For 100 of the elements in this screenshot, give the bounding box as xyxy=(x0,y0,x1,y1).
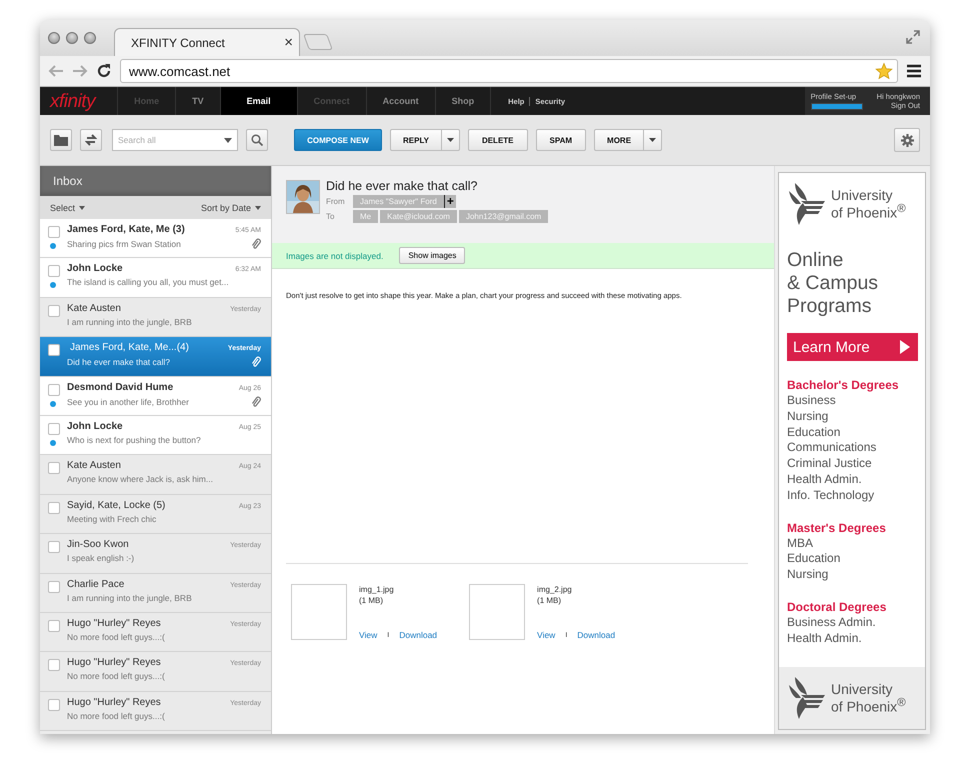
degree-heading: Doctoral Degrees xyxy=(787,598,888,615)
from-label: From xyxy=(326,197,346,206)
brand-name: University xyxy=(831,682,894,696)
sender-name: Kate Austen xyxy=(67,302,121,314)
sender-name: Hugo "Hurley" Reyes xyxy=(67,696,161,708)
to-label: To xyxy=(326,212,336,221)
attachment-size: (1 MB) xyxy=(537,595,562,606)
download-link[interactable]: Download xyxy=(577,630,616,640)
inbox-title: Inbox xyxy=(53,174,82,188)
checkbox[interactable] xyxy=(48,580,60,593)
settings-icon xyxy=(900,134,914,146)
add-contact-button[interactable]: + xyxy=(444,195,456,208)
minimize-window-button[interactable] xyxy=(66,32,78,44)
degree-item: Criminal Justice xyxy=(787,456,873,472)
checkbox[interactable] xyxy=(48,462,60,474)
address-bar[interactable]: www.comcast.net xyxy=(120,59,898,83)
folders-button[interactable] xyxy=(50,129,72,151)
toolbar-button[interactable]: MORE xyxy=(594,129,644,151)
sender-name: Hugo "Hurley" Reyes xyxy=(67,618,161,629)
caret-icon xyxy=(446,138,454,142)
checkbox[interactable] xyxy=(48,698,60,711)
tab-title: XFINITY Connect xyxy=(131,36,225,50)
checkbox[interactable] xyxy=(48,422,60,435)
fullscreen-icon[interactable] xyxy=(906,30,920,44)
menu-icon[interactable] xyxy=(906,64,922,78)
sort-dropdown[interactable]: Sort by Date xyxy=(200,202,261,212)
checkbox[interactable] xyxy=(48,265,60,278)
toolbar-button[interactable]: SPAM xyxy=(536,129,586,151)
attachment-name: img_2.jpg xyxy=(537,584,573,595)
checkbox[interactable] xyxy=(48,659,60,672)
refresh-button[interactable] xyxy=(80,129,102,151)
message-preview: Anyone know where Jack is, ask him... xyxy=(67,474,213,484)
message-preview: Who is next for pushing the button? xyxy=(67,434,201,445)
checkbox[interactable] xyxy=(48,541,60,554)
download-link[interactable]: Download xyxy=(399,630,438,640)
browser-tab[interactable]: XFINITY Connect × xyxy=(114,28,300,56)
view-link[interactable]: View xyxy=(359,630,378,640)
learn-more-button[interactable]: Learn More xyxy=(787,333,918,361)
toolbar-button[interactable]: DELETE xyxy=(468,129,528,151)
checkbox[interactable] xyxy=(48,620,60,632)
degree-item: Business Admin. xyxy=(787,614,877,631)
checkbox[interactable] xyxy=(48,384,60,396)
degree-heading: Bachelor's Degrees xyxy=(787,377,900,393)
message-preview: Did he ever make that call? xyxy=(67,357,170,368)
caret-icon xyxy=(224,138,232,143)
view-link[interactable]: View xyxy=(537,630,556,640)
settings-button[interactable] xyxy=(894,128,920,152)
attachment-thumbnail[interactable] xyxy=(291,584,347,640)
back-icon[interactable] xyxy=(48,64,64,78)
search-field[interactable]: Search all xyxy=(112,129,238,151)
play-arrow-icon xyxy=(900,340,910,354)
images-notice-text: Images are not displayed. xyxy=(286,250,384,260)
checkbox[interactable] xyxy=(48,226,60,238)
forward-icon[interactable] xyxy=(72,64,88,78)
close-window-button[interactable] xyxy=(48,32,60,44)
message-preview: Sharing pics frm Swan Station xyxy=(67,239,181,249)
degree-item: Education xyxy=(787,551,842,568)
sender-name: James Ford, Kate, Me...(4) xyxy=(69,342,189,354)
tab-close-button[interactable]: × xyxy=(284,34,293,51)
unread-dot xyxy=(50,440,56,446)
nav-tab[interactable]: Email xyxy=(220,87,298,115)
brand-name: of Phoenix$^{®}$ xyxy=(831,202,906,220)
new-tab-button[interactable] xyxy=(303,34,333,50)
phoenix-logo-icon xyxy=(787,181,827,227)
degree-item: Info. Technology xyxy=(787,488,876,504)
compose-button[interactable]: COMPOSE NEW xyxy=(294,129,382,151)
sender-name: John Locke xyxy=(67,263,123,274)
unread-dot xyxy=(50,400,56,407)
sender-name: Kate Austen xyxy=(67,460,121,472)
dropdown-button[interactable] xyxy=(644,129,662,151)
select-dropdown[interactable]: Select xyxy=(50,202,86,212)
ad-headline: Online xyxy=(787,249,844,272)
attachment-size: (1 MB) xyxy=(359,595,384,606)
search-button[interactable] xyxy=(246,129,268,151)
checkbox[interactable] xyxy=(48,304,60,317)
degree-item: MBA xyxy=(787,536,814,552)
reload-icon[interactable] xyxy=(96,63,112,79)
message-preview: The island is calling you all, you must get... xyxy=(67,277,229,288)
sender-name: Jin-Soo Kwon xyxy=(67,539,129,550)
brand-name: of Phoenix$^{®}$ xyxy=(831,696,906,714)
sender-name: Charlie Pace xyxy=(67,578,124,590)
ad-headline: Programs xyxy=(787,295,873,318)
phoenix-logo-icon xyxy=(787,675,827,721)
message-subject: Did he ever make that call? xyxy=(326,179,478,193)
search-icon xyxy=(251,134,263,146)
toolbar-button[interactable]: REPLY xyxy=(390,129,442,151)
degree-item: Education xyxy=(787,424,842,440)
unread-dot xyxy=(50,282,56,288)
caret-icon xyxy=(649,138,656,142)
sender-name: James Ford, Kate, Me (3) xyxy=(67,224,185,235)
message-preview: I am running into the jungle, BRB xyxy=(67,316,192,327)
sender-name: John Locke xyxy=(67,420,123,432)
attachment-thumbnail[interactable] xyxy=(469,584,526,640)
checkbox[interactable] xyxy=(48,502,60,514)
star-icon[interactable] xyxy=(875,62,893,80)
advertisement-banner[interactable] xyxy=(778,172,926,730)
show-images-button[interactable]: Show images xyxy=(399,247,466,264)
dropdown-button[interactable] xyxy=(442,129,460,151)
checkbox[interactable] xyxy=(48,344,60,356)
zoom-window-button[interactable] xyxy=(84,32,96,44)
